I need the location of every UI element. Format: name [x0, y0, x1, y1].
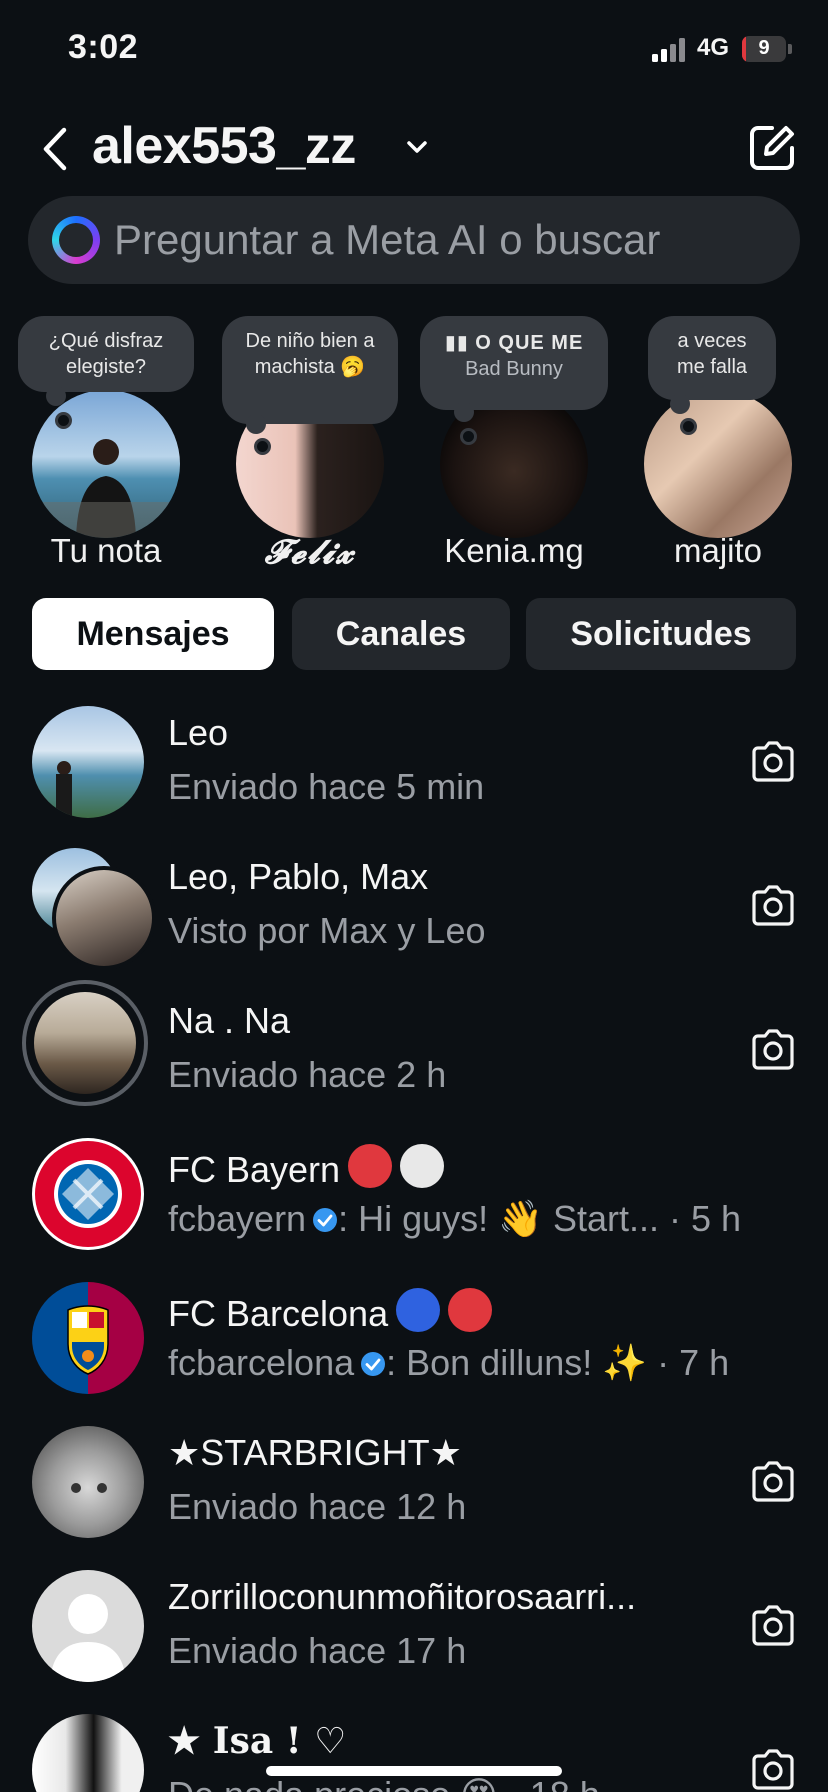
- note-name: Tu nota: [50, 532, 162, 569]
- note-bubble-tail: [670, 394, 690, 414]
- thread-name: ★STARBRIGHT★: [168, 1432, 462, 1473]
- red-circle-emoji: [348, 1144, 393, 1188]
- fc-barcelona-logo[interactable]: [32, 1282, 144, 1394]
- note-bubble-tail: [55, 412, 72, 429]
- sender-name: fcbayern: [168, 1198, 307, 1239]
- avatar[interactable]: [644, 390, 792, 538]
- battery-icon: 9: [742, 36, 786, 62]
- chevron-down-icon[interactable]: [404, 134, 430, 160]
- default-avatar[interactable]: [32, 1570, 144, 1682]
- note-bubble: De niño bien a machista 🥱: [222, 316, 398, 424]
- note-bubble-tail: [46, 386, 66, 406]
- camera-icon[interactable]: [750, 1028, 796, 1070]
- note-item[interactable]: a veces me falla majito: [618, 310, 818, 580]
- thread-row[interactable]: Leo Enviado hace 5 min: [0, 686, 828, 830]
- tab-canales[interactable]: Canales: [292, 598, 510, 670]
- signal-icon: [652, 38, 688, 62]
- note-item[interactable]: De niño bien a machista 🥱 𝓕𝓮𝓵𝓲𝔁: [210, 310, 410, 580]
- music-note-bubble: ▮▮ O QUE ME Bad Bunny: [420, 316, 608, 410]
- avatar[interactable]: [32, 1426, 144, 1538]
- thread-name: Na . Na: [168, 1000, 291, 1041]
- camera-icon[interactable]: [750, 1460, 796, 1502]
- song-title: O QUE ME: [475, 332, 584, 354]
- thread-subtitle: Visto por Max y Leo: [168, 910, 486, 951]
- sender-name: fcbarcelona: [168, 1342, 355, 1383]
- note-bubble-tail: [254, 438, 271, 455]
- camera-icon[interactable]: [750, 884, 796, 926]
- thread-subtitle: De nada precioso 😍 · 18 h: [168, 1774, 600, 1792]
- note-bubble: ¿Qué disfraz elegiste?: [18, 316, 194, 392]
- tab-solicitudes[interactable]: Solicitudes: [526, 598, 796, 670]
- red-circle-emoji: [448, 1288, 493, 1332]
- avatar[interactable]: [32, 706, 144, 818]
- camera-icon[interactable]: [750, 740, 796, 782]
- message-preview: : Hi guys! 👋 Start...: [338, 1198, 659, 1239]
- thread-row[interactable]: FC Bayern fcbayern : Hi guys! 👋 Start... …: [0, 1118, 828, 1262]
- song-artist: Bad Bunny: [465, 358, 563, 380]
- thread-name: Leo, Pablo, Max: [168, 856, 429, 897]
- white-circle-emoji: [400, 1144, 445, 1188]
- thread-name: Leo: [168, 712, 229, 753]
- thread-name: FC Barcelona: [168, 1288, 493, 1335]
- thread-row[interactable]: Na . Na Enviado hace 2 h: [0, 974, 828, 1118]
- avatar[interactable]: [52, 866, 156, 970]
- note-name: Kenia.mg: [444, 532, 584, 569]
- thread-subtitle: fcbarcelona : Bon dilluns! ✨ · 7 h: [168, 1342, 729, 1384]
- note-bubble-tail: [680, 418, 697, 435]
- tab-mensajes[interactable]: Mensajes: [32, 598, 274, 670]
- camera-icon[interactable]: [750, 1604, 796, 1646]
- note-bubble-tail: [246, 414, 266, 434]
- search-placeholder[interactable]: Preguntar a Meta AI o buscar: [114, 216, 660, 264]
- message-time: · 5 h: [658, 1198, 742, 1239]
- thread-subtitle: Enviado hace 17 h: [168, 1630, 467, 1671]
- camera-icon[interactable]: [750, 1748, 796, 1790]
- thread-row[interactable]: Zorrilloconunmoñitorosaarri... Enviado h…: [0, 1550, 828, 1694]
- battery-percent: 9: [758, 37, 770, 59]
- note-name: majito: [673, 532, 763, 569]
- note-item[interactable]: ▮▮ O QUE ME Bad Bunny Kenia.mg: [414, 310, 614, 580]
- thread-row[interactable]: ★ Isa ! ♡ De nada precioso 😍 · 18 h: [0, 1694, 828, 1792]
- status-bar: 3:02 4G 9: [0, 0, 828, 100]
- notes-tray: ¿Qué disfraz elegiste? Tu nota De niño b…: [0, 310, 828, 580]
- thread-name: Zorrilloconunmoñitorosaarri...: [168, 1576, 637, 1617]
- verified-badge-icon: [313, 1208, 338, 1232]
- message-time: · 7 h: [647, 1342, 730, 1383]
- blue-circle-emoji: [396, 1288, 441, 1332]
- thread-subtitle: Enviado hace 5 min: [168, 766, 485, 807]
- thread-name: FC Bayern: [168, 1144, 445, 1191]
- thread-subtitle: Enviado hace 12 h: [168, 1486, 467, 1527]
- header: alex553_zz: [0, 110, 828, 190]
- thread-row[interactable]: FC Barcelona fcbarcelona : Bon dilluns! ✨…: [0, 1262, 828, 1406]
- network-type: 4G: [697, 34, 730, 61]
- note-bubble: a veces me falla: [648, 316, 776, 400]
- thread-subtitle: Enviado hace 2 h: [168, 1054, 447, 1095]
- inbox-tabs: Mensajes Canales Solicitudes: [0, 598, 828, 670]
- thread-name: ★ Isa ! ♡: [168, 1720, 347, 1762]
- back-icon[interactable]: [36, 124, 76, 174]
- fc-bayern-logo[interactable]: [32, 1138, 144, 1250]
- verified-badge-icon: [361, 1352, 386, 1376]
- note-name: 𝓕𝓮𝓵𝓲𝔁: [264, 532, 356, 571]
- thread-subtitle: fcbayern : Hi guys! 👋 Start... · 5 h: [168, 1198, 741, 1240]
- note-bubble-tail: [454, 402, 474, 422]
- avatar[interactable]: [32, 1714, 144, 1792]
- compose-icon[interactable]: [746, 122, 798, 174]
- search-bar[interactable]: Preguntar a Meta AI o buscar: [28, 196, 800, 284]
- status-time: 3:02: [68, 28, 139, 66]
- meta-ai-icon[interactable]: [52, 216, 100, 264]
- thread-row[interactable]: Leo, Pablo, Max Visto por Max y Leo: [0, 830, 828, 974]
- avatar[interactable]: [32, 390, 180, 538]
- thread-row[interactable]: ★STARBRIGHT★ Enviado hace 12 h: [0, 1406, 828, 1550]
- home-indicator[interactable]: [266, 1766, 562, 1776]
- note-bubble-tail: [460, 428, 477, 445]
- account-title[interactable]: alex553_zz: [92, 116, 356, 176]
- note-item[interactable]: ¿Qué disfraz elegiste? Tu nota: [6, 310, 206, 580]
- message-preview: : Bon dilluns! ✨: [386, 1342, 648, 1383]
- battery-tip: [788, 44, 792, 54]
- music-bars-icon: ▮▮: [444, 332, 476, 354]
- avatar[interactable]: [34, 992, 136, 1094]
